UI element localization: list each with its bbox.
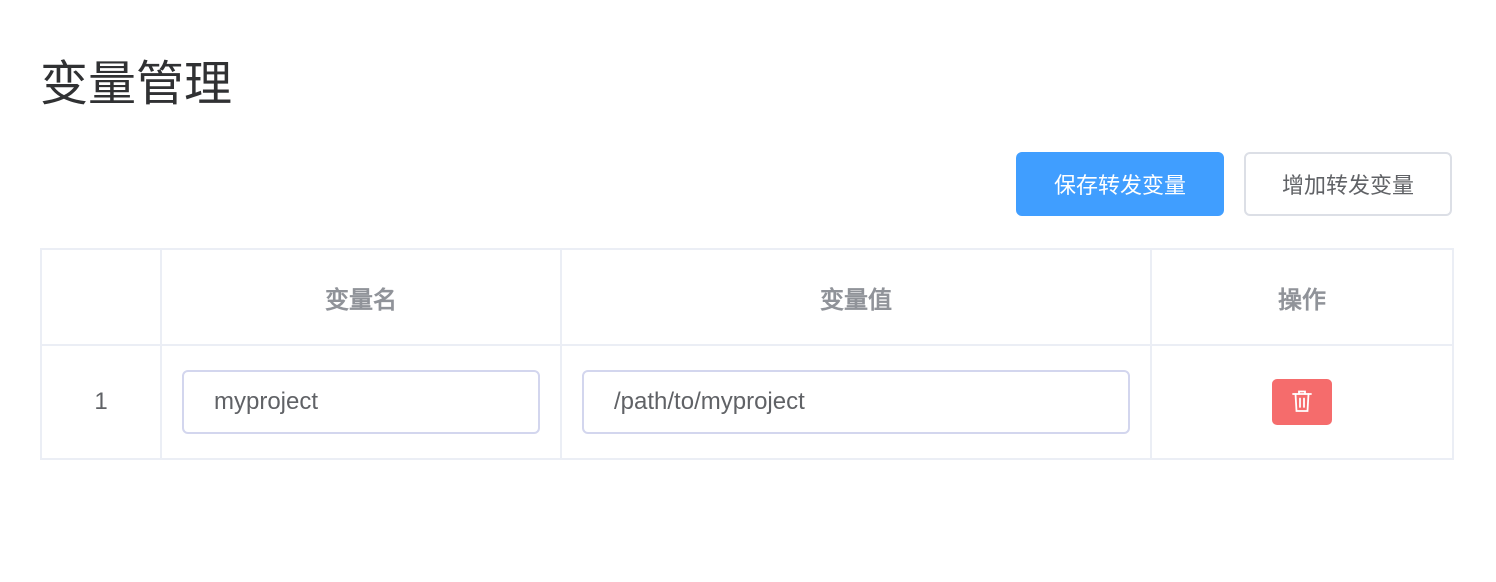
delete-row-button[interactable] (1272, 379, 1332, 425)
variables-table: 变量名 变量值 操作 1 (40, 248, 1454, 460)
trash-icon (1291, 389, 1313, 416)
variable-name-input[interactable] (182, 370, 540, 434)
column-header-actions: 操作 (1150, 248, 1454, 346)
actions-cell (1150, 344, 1454, 460)
variable-value-cell (560, 344, 1152, 460)
column-header-variable-name: 变量名 (160, 248, 562, 346)
page-title: 变量管理 (40, 56, 233, 112)
variable-value-input[interactable] (582, 370, 1130, 434)
toolbar: 保存转发变量 增加转发变量 (1016, 152, 1452, 216)
variable-management-page: 变量管理 保存转发变量 增加转发变量 变量名 变量值 操作 1 (0, 0, 1496, 582)
add-forward-variable-button[interactable]: 增加转发变量 (1244, 152, 1452, 216)
save-forward-variables-button[interactable]: 保存转发变量 (1016, 152, 1224, 216)
table-row: 1 (40, 344, 1454, 460)
variable-name-cell (160, 344, 562, 460)
table-header-row: 变量名 变量值 操作 (40, 248, 1454, 346)
row-index: 1 (40, 344, 162, 460)
column-header-variable-value: 变量值 (560, 248, 1152, 346)
column-header-index (40, 248, 162, 346)
